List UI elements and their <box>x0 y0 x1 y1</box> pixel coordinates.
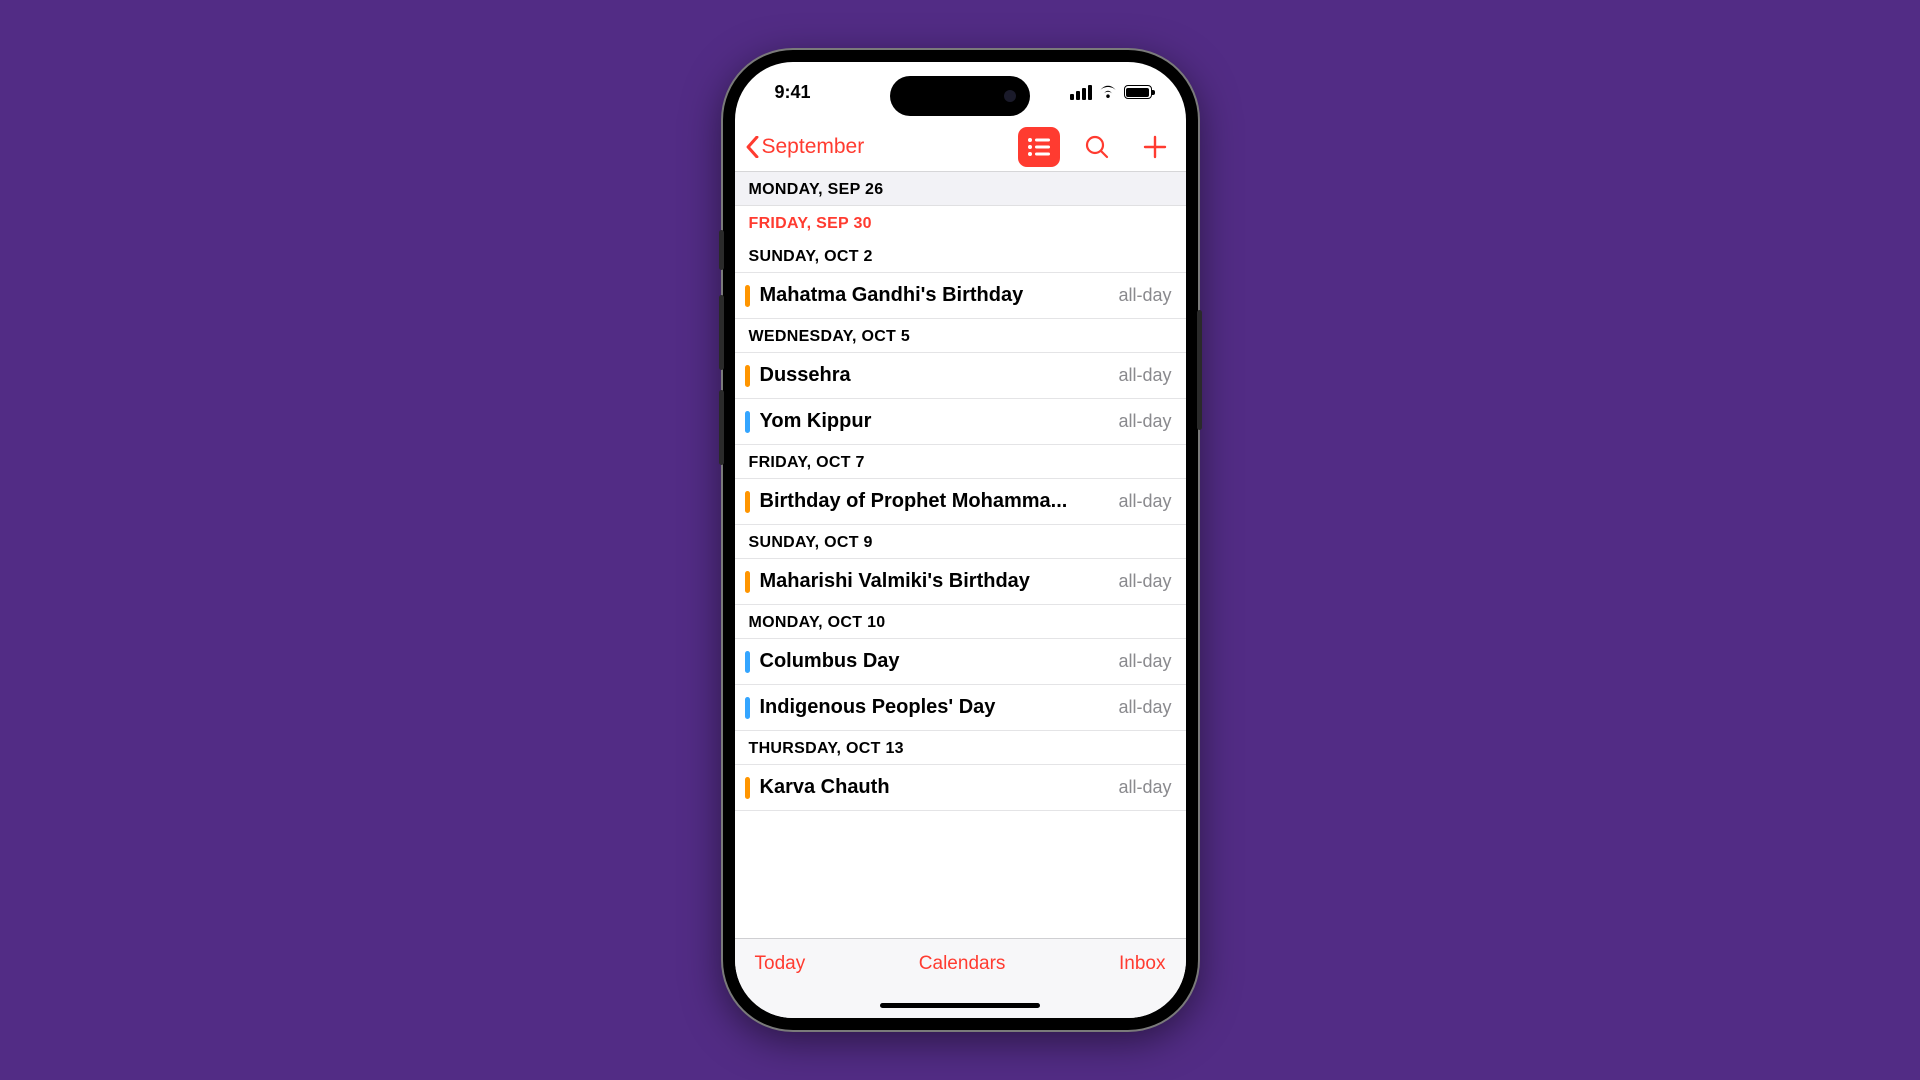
event-row[interactable]: Birthday of Prophet Mohamma... all-day <box>735 479 1186 524</box>
event-time: all-day <box>1118 571 1171 592</box>
section-header: FRIDAY, OCT 7 <box>735 445 1186 478</box>
event-time: all-day <box>1118 697 1171 718</box>
event-row[interactable]: Dussehra all-day <box>735 353 1186 398</box>
calendars-button[interactable]: Calendars <box>919 953 1006 975</box>
event-title: Mahatma Gandhi's Birthday <box>760 284 1109 307</box>
event-time: all-day <box>1118 651 1171 672</box>
back-label: September <box>762 135 865 159</box>
back-button[interactable]: September <box>745 135 1018 159</box>
section-header: MONDAY, SEP 26 <box>735 172 1186 206</box>
calendar-color-stripe <box>745 285 750 307</box>
event-list[interactable]: MONDAY, SEP 26FRIDAY, SEP 30SUNDAY, OCT … <box>735 172 1186 938</box>
event-title: Yom Kippur <box>760 410 1109 433</box>
dynamic-island <box>890 76 1030 116</box>
battery-icon <box>1124 85 1152 99</box>
side-button <box>719 295 724 370</box>
event-row[interactable]: Karva Chauth all-day <box>735 765 1186 810</box>
event-time: all-day <box>1118 365 1171 386</box>
calendar-color-stripe <box>745 491 750 513</box>
section-header: SUNDAY, OCT 9 <box>735 525 1186 558</box>
event-title: Indigenous Peoples' Day <box>760 696 1109 719</box>
wifi-icon <box>1098 85 1118 99</box>
event-title: Karva Chauth <box>760 776 1109 799</box>
calendar-color-stripe <box>745 365 750 387</box>
event-time: all-day <box>1118 777 1171 798</box>
calendar-color-stripe <box>745 571 750 593</box>
home-indicator[interactable] <box>880 1003 1040 1008</box>
side-button <box>1197 310 1202 430</box>
calendar-color-stripe <box>745 411 750 433</box>
event-title: Maharishi Valmiki's Birthday <box>760 570 1109 593</box>
event-title: Dussehra <box>760 364 1109 387</box>
event-row[interactable]: Maharishi Valmiki's Birthday all-day <box>735 559 1186 604</box>
calendar-color-stripe <box>745 651 750 673</box>
event-row[interactable]: Yom Kippur all-day <box>735 399 1186 444</box>
side-button <box>719 230 724 270</box>
calendar-color-stripe <box>745 777 750 799</box>
event-row[interactable]: Columbus Day all-day <box>735 639 1186 684</box>
nav-bar: September <box>735 122 1186 172</box>
section-header: THURSDAY, OCT 13 <box>735 731 1186 764</box>
inbox-button[interactable]: Inbox <box>1119 953 1165 975</box>
section-header: SUNDAY, OCT 2 <box>735 239 1186 272</box>
list-view-button[interactable] <box>1018 127 1060 167</box>
event-row[interactable]: Mahatma Gandhi's Birthday all-day <box>735 273 1186 318</box>
today-button[interactable]: Today <box>755 953 806 975</box>
event-title: Columbus Day <box>760 650 1109 673</box>
status-time: 9:41 <box>775 82 811 103</box>
search-button[interactable] <box>1076 127 1118 167</box>
event-title: Birthday of Prophet Mohamma... <box>760 490 1109 513</box>
phone-frame: 9:41 September <box>723 50 1198 1030</box>
section-header: MONDAY, OCT 10 <box>735 605 1186 638</box>
cellular-icon <box>1070 85 1092 100</box>
event-row[interactable]: Indigenous Peoples' Day all-day <box>735 685 1186 730</box>
section-header: FRIDAY, SEP 30 <box>735 206 1186 239</box>
calendar-color-stripe <box>745 697 750 719</box>
section-header: WEDNESDAY, OCT 5 <box>735 319 1186 352</box>
screen: 9:41 September <box>735 62 1186 1018</box>
event-time: all-day <box>1118 285 1171 306</box>
side-button <box>719 390 724 465</box>
add-event-button[interactable] <box>1134 127 1176 167</box>
event-time: all-day <box>1118 491 1171 512</box>
event-time: all-day <box>1118 411 1171 432</box>
